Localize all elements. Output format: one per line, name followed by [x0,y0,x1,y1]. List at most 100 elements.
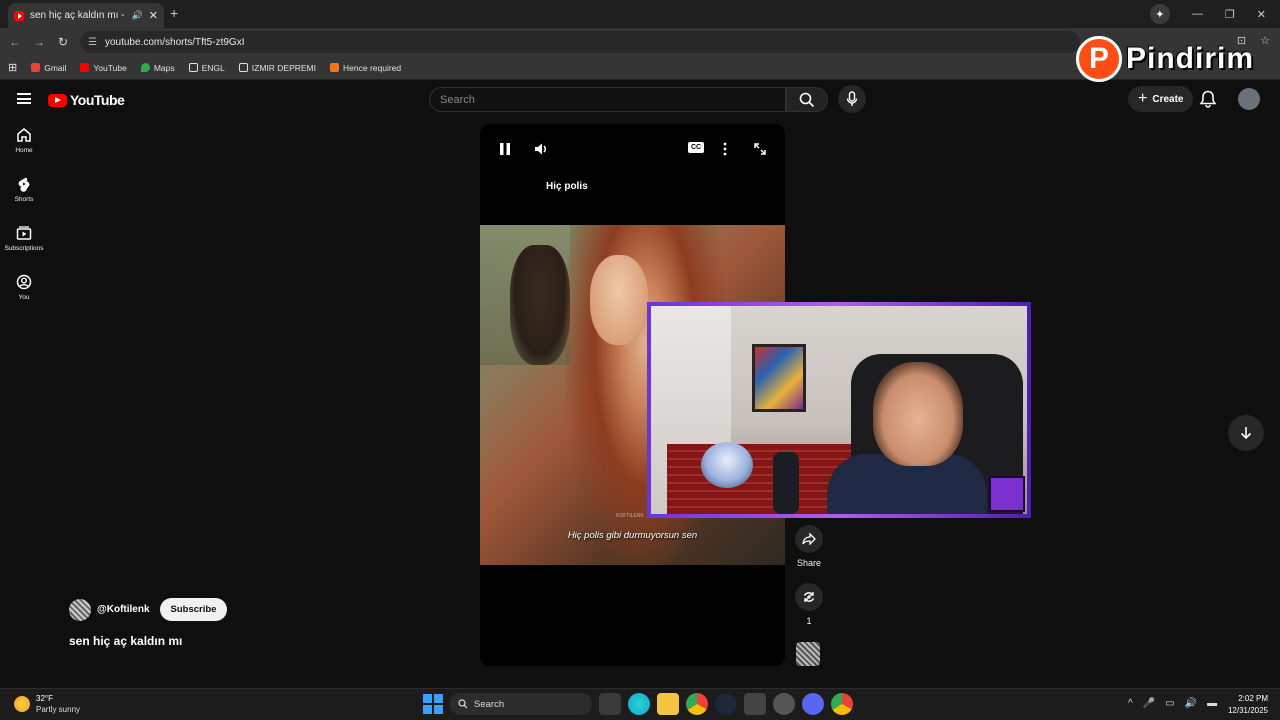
subscribe-button[interactable]: Subscribe [159,598,228,621]
volume-button[interactable] [534,142,550,156]
more-options-button[interactable] [723,142,727,156]
site-icon [330,63,340,72]
channel-avatar[interactable] [69,598,91,621]
search-icon [799,92,815,107]
plus-icon: + [1138,90,1148,107]
close-tab-icon[interactable]: ✕ [149,9,158,22]
stream-overlay-logo: P Pindirim [1076,36,1254,82]
app-icon[interactable] [773,693,795,715]
logo-text: Pindirim [1126,42,1255,75]
microphone-icon[interactable]: 🎤 [1143,698,1155,709]
video-watermark: KOFTILENK [616,513,644,519]
video-figure-background [510,245,570,365]
microphone-icon [846,91,858,106]
close-window-button[interactable]: ✕ [1257,8,1266,21]
youtube-favicon-icon [14,10,24,21]
reload-icon[interactable]: ↻ [51,35,75,49]
browser-tab-active[interactable]: sen hiç aç kaldın mı - YouTube 🔊 ✕ [8,3,164,28]
youtube-logo[interactable]: YouTube [48,92,125,108]
fullscreen-button[interactable] [753,142,767,156]
taskbar-search[interactable]: Search [450,693,592,715]
sidebar-item-subscriptions[interactable]: Subscriptions [0,225,48,274]
pause-button[interactable] [498,142,512,156]
maps-icon [140,63,150,72]
account-avatar[interactable] [1238,88,1260,110]
speaker-icon[interactable]: 🔊 [132,10,143,21]
menu-icon[interactable] [17,93,31,104]
window-controls: ✦ — ❐ ✕ [1149,0,1280,28]
youtube-play-icon [48,93,67,107]
shorts-icon [18,177,30,192]
remix-action[interactable]: 1 [795,583,823,626]
network-icon[interactable]: ▭ [1165,698,1174,709]
chrome-icon[interactable] [831,693,853,715]
arrow-down-icon [1240,427,1252,440]
edge-icon[interactable] [628,693,650,715]
chevron-up-icon[interactable]: ^ [1128,698,1133,709]
browser-tab-strip: sen hiç aç kaldın mı - YouTube 🔊 ✕ + ✦ —… [0,0,1280,28]
weather-icon [14,696,30,712]
app-icon[interactable] [744,693,766,715]
voice-search-button[interactable] [838,85,866,113]
webcam-microphone [773,452,799,514]
bookmark-maps[interactable]: Maps [140,63,175,73]
speaker-icon[interactable]: 🔊 [1185,698,1197,709]
next-video-button[interactable] [1228,415,1264,451]
bookmark-folder-izmir[interactable]: IZMIR DEPREMI [238,63,316,73]
minimize-button[interactable]: — [1192,8,1203,20]
taskbar-apps: Search [423,693,853,715]
apps-grid-icon[interactable]: ⊞ [8,61,17,74]
expand-icon [754,143,766,155]
webcam-decoration [701,442,753,488]
folder-icon [188,63,198,72]
notifications-button[interactable] [1199,90,1217,113]
share-icon[interactable] [795,525,823,553]
video-top-caption: Hiç polis [546,181,588,192]
forward-icon[interactable]: → [27,35,51,49]
search-input[interactable]: Search [429,87,786,112]
youtube-icon [80,63,90,72]
task-view-icon[interactable] [599,693,621,715]
video-title[interactable]: sen hiç aç kaldın mı [69,634,182,648]
url-text: youtube.com/shorts/Tft5-zt9GxI [104,36,245,48]
chrome-icon[interactable] [686,693,708,715]
pause-icon [500,143,510,155]
bookmark-folder-engl[interactable]: ENGL [188,63,225,73]
bookmark-gmail[interactable]: Gmail [31,63,66,73]
captions-button[interactable]: CC [688,142,705,153]
channel-thumbnail[interactable] [796,642,820,666]
bookmark-star-icon[interactable]: ☆ [1260,34,1270,47]
search-button[interactable] [786,87,828,112]
discord-icon[interactable] [802,693,824,715]
screen: sen hiç aç kaldın mı - YouTube 🔊 ✕ + ✦ —… [0,0,1280,720]
sidebar-item-you[interactable]: You [0,274,48,323]
site-info-icon[interactable]: ☰ [88,37,97,48]
bookmark-hence-required[interactable]: Hence required [330,63,401,73]
battery-icon[interactable]: ▬ [1207,698,1217,709]
subscriptions-icon [16,226,32,240]
back-icon[interactable]: ← [3,35,27,49]
bookmark-youtube[interactable]: YouTube [80,63,127,73]
weather-widget[interactable]: 32°F Partly sunny [14,693,80,715]
system-tray: ^ 🎤 ▭ 🔊 ▬ [1128,698,1217,709]
youtube-header: YouTube Search + Create [0,81,1280,117]
start-button[interactable] [423,694,443,714]
gemini-icon[interactable]: ✦ [1149,4,1170,24]
remix-icon[interactable] [795,583,823,611]
steam-icon[interactable] [715,693,737,715]
address-bar[interactable]: ☰ youtube.com/shorts/Tft5-zt9GxI [80,31,1080,53]
channel-handle[interactable]: @Koftilenk [97,604,150,615]
create-button[interactable]: + Create [1128,86,1194,112]
sidebar-item-shorts[interactable]: Shorts [0,176,48,225]
logo-badge: P [1076,36,1122,82]
system-clock[interactable]: 2:02 PM 12/31/2025 [1228,693,1268,717]
restore-button[interactable]: ❐ [1225,8,1235,21]
folder-icon [238,63,248,72]
webcam-corner-badge [989,476,1025,512]
sidebar-item-home[interactable]: Home [0,127,48,176]
new-tab-button[interactable]: + [170,5,178,21]
volume-icon [535,143,547,155]
channel-info: @Koftilenk Subscribe [69,598,228,621]
file-explorer-icon[interactable] [657,693,679,715]
share-action[interactable]: Share [795,525,823,568]
